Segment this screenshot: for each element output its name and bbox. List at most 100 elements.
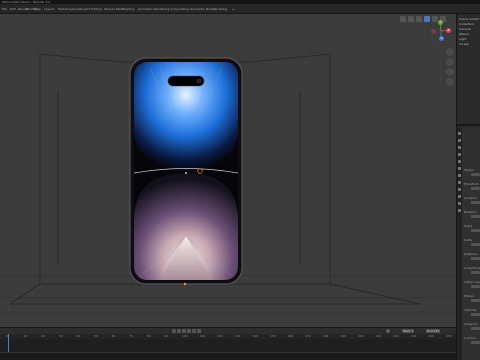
blender-window: iPhone14Pro.blend - Blender 4.0 File Edit… [0,0,480,360]
prev-keyframe-icon[interactable] [177,329,181,333]
viewport-canvas [0,14,456,327]
properties-tab-icon[interactable] [458,181,461,184]
status-bar [0,352,456,360]
timeline-tick-label: 60 [111,334,116,338]
menu-item-layout[interactable]: Layout [44,4,54,14]
properties-tab-icon[interactable] [458,188,461,191]
properties-tab-icon[interactable] [458,174,461,177]
properties-row-label: Rotation [464,210,477,214]
timeline-tick-label: 10 [23,334,28,338]
properties-row-label: Motion [464,294,475,298]
timeline-tick-label: 130 [234,334,241,338]
properties-field[interactable] [471,187,480,190]
properties-field[interactable] [471,215,480,218]
iphone-model[interactable] [129,57,243,285]
jump-start-icon[interactable] [172,329,176,333]
gizmo-x-axis[interactable]: X [446,28,451,33]
properties-row-label: Relations [464,252,478,256]
start-frame-field[interactable]: Start 1 [402,329,415,333]
properties-field[interactable] [471,243,480,246]
menu-item-modeling[interactable]: Modeling [58,4,72,14]
menu-item-scripting[interactable]: Scripting [214,4,227,14]
timeline-tick-label: 80 [146,334,151,338]
overlay-icon[interactable] [408,16,414,22]
menu-item-geometry-nodes[interactable]: Geometry Nodes [190,4,215,14]
menu-item--[interactable]: + [232,4,235,14]
hand-icon[interactable] [446,58,454,66]
timeline-tick-label: 90 [164,334,169,338]
menu-item-texture-paint[interactable]: Texture Paint [104,4,123,14]
properties-tab-icon[interactable] [458,167,461,170]
play-icon[interactable] [187,329,191,333]
menu-item-animation[interactable]: Animation [138,4,153,14]
properties-editor[interactable]: Object Transform Location Rotation Scale Delt… [457,128,480,360]
properties-tab-icon[interactable] [458,160,461,163]
properties-tab-icon[interactable] [458,132,461,135]
timeline-tick-label: 120 [217,334,223,338]
timeline-tick-label: 170 [305,334,311,338]
viewpoint-icon[interactable] [400,16,406,22]
timeline-tick-label: 220 [393,334,399,338]
properties-tab-icon[interactable] [458,195,461,198]
properties-field[interactable] [471,285,480,288]
end-frame-field[interactable]: End 250 [426,329,441,333]
properties-field[interactable] [471,201,480,204]
menu-item-sculpting[interactable]: Sculpting [72,4,86,14]
menu-item-shading[interactable]: Shading [122,4,134,14]
properties-tab-icon[interactable] [458,139,461,142]
properties-field[interactable] [471,327,480,330]
outliner-row[interactable]: Light [459,37,479,41]
properties-field[interactable] [471,173,480,176]
properties-field[interactable] [471,271,480,274]
timeline-tick-label: 100 [182,334,188,338]
menu-item-rendering[interactable]: Rendering [154,4,169,14]
ortho-toggle-icon[interactable] [446,78,454,86]
properties-tab-icon[interactable] [458,209,461,212]
timeline-tick-label: 230 [410,334,417,338]
properties-row-label: Collections [464,266,480,270]
navigation-gizmo[interactable]: X Y Z [428,18,454,44]
outliner-row[interactable]: Screen [459,42,479,46]
properties-tab-icon[interactable] [458,146,461,149]
timeline-tick-label: 250 [446,334,452,338]
properties-field[interactable] [471,299,480,302]
gizmo-y-axis[interactable]: Y [438,20,443,25]
menu-item-file[interactable]: File [2,4,7,14]
properties-field[interactable] [471,313,480,316]
outliner[interactable]: Scene CollectionCollectionCameraiPhoneLi… [457,14,480,126]
properties-field[interactable] [471,341,480,344]
properties-tab-icon[interactable] [458,202,461,205]
properties-row-label: Instancing [464,280,480,284]
play-reverse-icon[interactable] [182,329,186,333]
jump-end-icon[interactable] [197,329,201,333]
menu-item-help[interactable]: Help [34,4,41,14]
properties-tabs [457,128,462,360]
menu-item-compositing[interactable]: Compositing [170,4,189,14]
menu-item-uv-editing[interactable]: UV Editing [86,4,102,14]
outliner-row[interactable]: iPhone [459,32,479,36]
properties-row-label: Scale [464,224,473,228]
object-origin [183,282,187,286]
gizmo-negative-x-axis[interactable] [431,29,436,34]
camera-view-icon[interactable] [446,68,454,76]
properties-field[interactable] [471,257,480,260]
end-frame-value: 250 [433,329,440,333]
3d-viewport[interactable] [0,14,456,327]
end-frame-label: End [427,329,433,333]
menu-item-edit[interactable]: Edit [10,4,16,14]
properties-field[interactable] [471,229,480,232]
properties-row-label: Location [464,196,477,200]
xray-icon[interactable] [416,16,422,22]
properties-row-label: Delta [464,238,473,242]
timeline-tick-label: 190 [340,334,347,338]
timeline-tick-label: 240 [428,334,435,338]
next-keyframe-icon[interactable] [192,329,196,333]
current-frame-field[interactable]: 1 [386,329,390,333]
properties-row-label: Visibility [464,308,477,312]
outliner-row[interactable]: Camera [459,27,479,31]
outliner-row[interactable]: Scene Collection [459,17,479,21]
gizmo-z-axis[interactable]: Z [439,36,444,41]
properties-tab-icon[interactable] [458,153,461,156]
zoom-icon[interactable] [446,48,454,56]
outliner-row[interactable]: Collection [459,22,479,26]
